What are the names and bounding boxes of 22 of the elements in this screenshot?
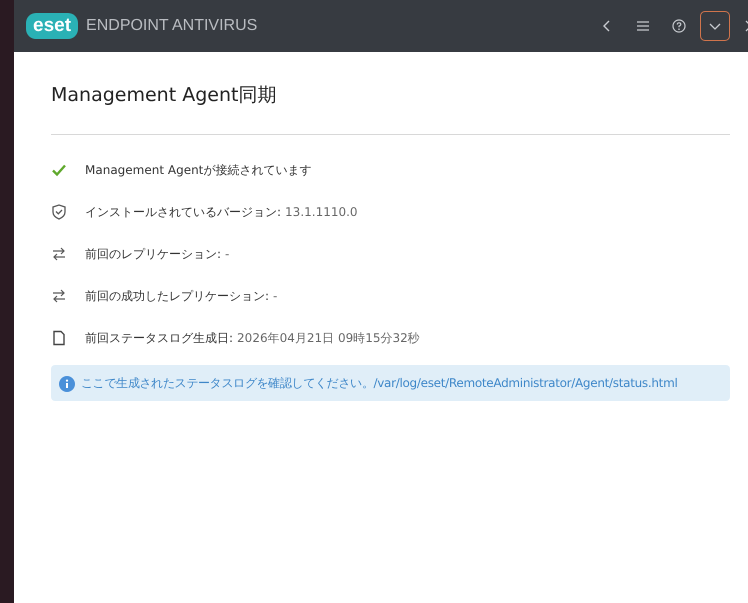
shield-check-icon	[51, 204, 67, 220]
status-value: 2026年04月21日 09時15分32秒	[237, 330, 420, 346]
status-value: -	[273, 289, 278, 303]
menu-icon	[636, 19, 650, 33]
swap-arrows-icon	[51, 246, 67, 262]
document-icon	[51, 330, 67, 346]
help-icon	[672, 19, 686, 33]
minimize-button[interactable]	[700, 11, 730, 41]
check-icon	[51, 162, 67, 178]
status-value: -	[225, 247, 230, 261]
swap-arrows-icon	[51, 288, 67, 304]
page-heading: Management Agent同期	[51, 83, 278, 108]
logo: eset	[26, 13, 78, 39]
status-label: 前回の成功したレプリケーション:	[85, 288, 270, 304]
app-title: ENDPOINT ANTIVIRUS	[86, 17, 258, 35]
status-value: 13.1.1110.0	[285, 205, 358, 219]
info-icon	[59, 376, 75, 392]
status-label: 前回のレプリケーション:	[85, 246, 222, 262]
status-label: インストールされているバージョン:	[85, 204, 282, 220]
status-label: 前回ステータスログ生成日:	[85, 330, 234, 346]
info-message: ここで生成されたステータスログを確認してください。/var/log/eset/RemoteAdministrator/Agent/status.html	[81, 375, 678, 392]
status-label: Management Agentが接続されています	[85, 162, 312, 178]
